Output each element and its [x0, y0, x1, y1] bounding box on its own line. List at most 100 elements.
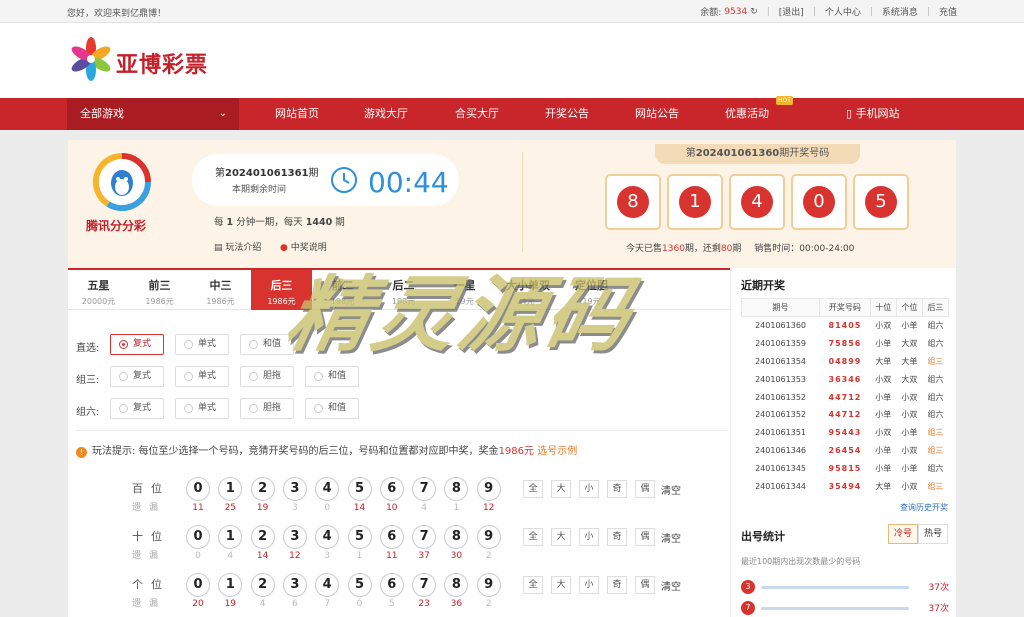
option-g6-dantuo[interactable]: 胆拖 — [240, 398, 294, 419]
number-ball[interactable]: 8 — [444, 573, 469, 597]
quick-pick-button[interactable]: 小 — [579, 528, 599, 546]
number-ball[interactable]: 8 — [444, 477, 469, 501]
quick-pick-button[interactable]: 奇 — [607, 528, 627, 546]
option-g3-dantuo[interactable]: 胆拖 — [240, 366, 294, 387]
nav-item-home[interactable]: 网站首页 — [275, 98, 319, 130]
tab-middle3[interactable]: 中三 1986元 — [190, 270, 251, 310]
number-ball[interactable]: 5 — [347, 525, 372, 549]
sold-b: 1360 — [662, 244, 685, 254]
messages-link[interactable]: 系统消息 — [882, 5, 918, 18]
tab-front3[interactable]: 前三 1986元 — [129, 270, 190, 310]
quick-pick-button[interactable]: 大 — [551, 576, 571, 594]
tab-cold[interactable]: 冷号 — [888, 524, 918, 544]
number-ball[interactable]: 2 — [250, 477, 275, 501]
miss-count: 1 — [356, 551, 363, 561]
clear-button[interactable]: 清空 — [661, 530, 681, 545]
balance-value: 9534 — [724, 6, 748, 17]
quick-pick-button[interactable]: 大 — [551, 528, 571, 546]
nav-item-game-hall[interactable]: 游戏大厅 — [364, 98, 408, 130]
doc-icon: ▤ — [214, 243, 226, 253]
option-direct-compound[interactable]: 复式 — [110, 334, 164, 355]
brand-logo-icon[interactable] — [68, 36, 114, 82]
number-ball[interactable]: 4 — [315, 525, 340, 549]
nav-item-announcements[interactable]: 网站公告 — [635, 98, 679, 130]
nav-item-mobile[interactable]: ▯ 手机网站 — [846, 98, 900, 130]
number-ball[interactable]: 1 — [218, 477, 243, 501]
balance-label: 余额: — [700, 8, 722, 18]
number-ball[interactable]: 0 — [186, 573, 210, 597]
table-body: 2401061360 81405 小双 小单 组六 2401061359 75856 小单 大双… — [742, 317, 949, 496]
number-ball[interactable]: 3 — [282, 525, 307, 549]
number-ball[interactable]: 4 — [315, 477, 340, 501]
number-ball[interactable]: 4 — [315, 573, 340, 597]
number-ball[interactable]: 3 — [282, 573, 307, 597]
refresh-icon[interactable]: ↻ — [750, 7, 758, 17]
draw-ball-number: 8 — [617, 186, 649, 218]
all-games-dropdown[interactable]: 全部游戏 ⌄ — [67, 98, 239, 130]
option-g3-single[interactable]: 单式 — [175, 366, 229, 387]
user-center-link[interactable]: 个人中心 — [825, 5, 861, 18]
nav-item-draw-results[interactable]: 开奖公告 — [545, 98, 589, 130]
quick-pick-button[interactable]: 偶 — [635, 576, 655, 594]
number-ball[interactable]: 6 — [379, 477, 404, 501]
number-ball[interactable]: 7 — [412, 477, 437, 501]
option-g6-compound[interactable]: 复式 — [110, 398, 164, 419]
table-cell: 小双 — [901, 410, 918, 420]
table-cell: 2401061344 — [755, 481, 806, 491]
number-ball[interactable]: 2 — [250, 573, 275, 597]
quick-pick-button[interactable]: 小 — [579, 576, 599, 594]
number-ball[interactable]: 9 — [476, 573, 501, 597]
number-ball[interactable]: 9 — [476, 477, 501, 501]
quick-pick-button[interactable]: 全 — [523, 480, 543, 498]
option-g6-single[interactable]: 单式 — [175, 398, 229, 419]
quick-pick-button[interactable]: 小 — [579, 480, 599, 498]
number-ball[interactable]: 7 — [412, 573, 437, 597]
play-tip: ! 玩法提示: 每位至少选择一个号码，竞猜开奖号码的后三位，号码和位置都对应即中奖… — [76, 442, 577, 458]
option-g3-compound[interactable]: 复式 — [110, 366, 164, 387]
nav-item-promotions[interactable]: 优惠活动 — [725, 98, 769, 130]
tab-5star[interactable]: 五星 20000元 — [68, 270, 129, 310]
miss-label: 遗漏 — [132, 503, 167, 513]
number-ball[interactable]: 6 — [379, 525, 404, 549]
number-ball[interactable]: 0 — [186, 477, 210, 501]
quick-pick-button[interactable]: 奇 — [607, 576, 627, 594]
number-ball[interactable]: 1 — [218, 525, 243, 549]
quick-pick-button[interactable]: 全 — [523, 528, 543, 546]
quick-pick-button[interactable]: 偶 — [635, 480, 655, 498]
clear-button[interactable]: 清空 — [661, 482, 681, 497]
tip-example-link[interactable]: 选号示例 — [537, 446, 577, 457]
table-cell: 小双 — [875, 374, 892, 384]
brand-name[interactable]: 亚博彩票 — [116, 47, 208, 79]
number-ball[interactable]: 1 — [218, 573, 243, 597]
quick-pick-button[interactable]: 偶 — [635, 528, 655, 546]
tab-hot[interactable]: 热号 — [918, 524, 948, 544]
table-row: 2401061354 04899 大单 大单 组三 — [742, 352, 949, 370]
option-direct-single[interactable]: 单式 — [175, 334, 229, 355]
option-g6-sum[interactable]: 和值 — [305, 398, 359, 419]
number-ball[interactable]: 7 — [412, 525, 437, 549]
quick-pick-button[interactable]: 大 — [551, 480, 571, 498]
recharge-link[interactable]: 充值 — [939, 5, 957, 18]
main-panel: 腾讯分分彩 第202401061361期 本期剩余时间 00:44 每 1 分钟… — [68, 140, 956, 617]
quick-pick-button[interactable]: 全 — [523, 576, 543, 594]
number-ball[interactable]: 3 — [282, 477, 307, 501]
table-cell: 2401061351 — [755, 428, 806, 438]
sidebar: 近期开奖 期号 开奖号码 十位 个位 后三 2401061360 81405 小双小… — [730, 268, 956, 617]
question-icon: ● — [280, 243, 291, 253]
number-ball[interactable]: 9 — [476, 525, 501, 549]
history-link[interactable]: 查询历史开奖 — [900, 502, 948, 513]
number-ball[interactable]: 5 — [347, 477, 372, 501]
number-ball[interactable]: 0 — [186, 525, 210, 549]
number-ball[interactable]: 5 — [347, 573, 372, 597]
table-cell: 组三 — [927, 481, 944, 491]
number-ball[interactable]: 6 — [379, 573, 404, 597]
number-ball[interactable]: 8 — [444, 525, 469, 549]
nav-item-group-buy[interactable]: 合买大厅 — [455, 98, 499, 130]
table-row: 2401061346 26454 小单 小双 组三 — [742, 442, 949, 460]
option-g3-sum[interactable]: 和值 — [305, 366, 359, 387]
quick-pick-button[interactable]: 奇 — [607, 480, 627, 498]
logout-link[interactable]: [退出] — [779, 5, 804, 18]
clear-button[interactable]: 清空 — [661, 578, 681, 593]
rules-link[interactable]: ▤ 玩法介绍 — [214, 240, 261, 253]
number-ball[interactable]: 2 — [250, 525, 275, 549]
